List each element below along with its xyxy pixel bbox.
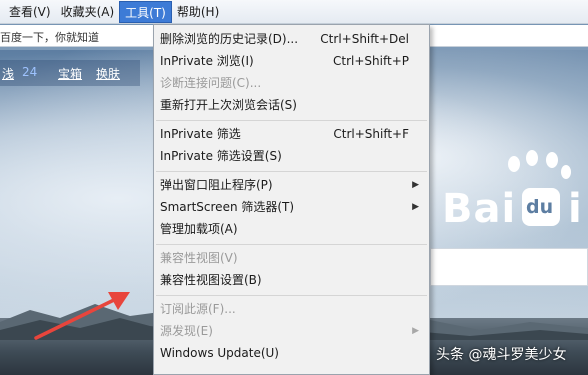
- menu-item-delete-history[interactable]: 删除浏览的历史记录(D)... Ctrl+Shift+Del: [154, 28, 429, 50]
- menu-item-label: Windows Update(U): [160, 346, 279, 360]
- menu-item-popup-blocker[interactable]: 弹出窗口阻止程序(P) ▶: [154, 174, 429, 196]
- logo-text-du: du: [526, 196, 554, 218]
- search-input[interactable]: [430, 248, 588, 286]
- menu-item-subscribe-feed: 订阅此源(F)...: [154, 298, 429, 320]
- menu-item-label: 弹出窗口阻止程序(P): [160, 178, 273, 192]
- menu-item-shortcut: Ctrl+Shift+P: [333, 54, 409, 68]
- menu-item-label: 诊断连接问题(C)...: [160, 76, 262, 90]
- menu-item-inprivate-browsing[interactable]: InPrivate 浏览(I) Ctrl+Shift+P: [154, 50, 429, 72]
- logo-text-bai: Bai: [442, 186, 517, 232]
- menu-item-label: 重新打开上次浏览会话(S): [160, 98, 297, 112]
- menu-item-label: 源发现(E): [160, 324, 213, 338]
- menu-item-compat-view-settings[interactable]: 兼容性视图设置(B): [154, 269, 429, 291]
- menu-bar: 查看(V) 收藏夹(A) 工具(T) 帮助(H): [0, 0, 588, 24]
- menu-item-feed-discovery: 源发现(E) ▶: [154, 320, 429, 342]
- logo-text-i: i: [568, 186, 583, 232]
- menu-item-smartscreen[interactable]: SmartScreen 筛选器(T) ▶: [154, 196, 429, 218]
- menu-item-label: 兼容性视图设置(B): [160, 273, 262, 287]
- submenu-arrow-icon: ▶: [412, 180, 419, 190]
- menu-separator: [156, 295, 427, 296]
- menu-item-label: InPrivate 浏览(I): [160, 54, 254, 68]
- menu-item-shortcut: Ctrl+Shift+Del: [320, 32, 409, 46]
- menu-help[interactable]: 帮助(H): [172, 1, 224, 23]
- menu-item-label: 管理加载项(A): [160, 222, 238, 236]
- menu-item-label: 删除浏览的历史记录(D)...: [160, 32, 299, 46]
- menu-item-label: InPrivate 筛选设置(S): [160, 149, 282, 163]
- top-links-row: 浅 24 宝箱 换肤: [0, 60, 140, 86]
- menu-item-diagnose-connection: 诊断连接问题(C)...: [154, 72, 429, 94]
- menu-favorites[interactable]: 收藏夹(A): [56, 1, 120, 23]
- partial-link[interactable]: 浅: [2, 65, 14, 82]
- submenu-arrow-icon: ▶: [412, 202, 419, 212]
- menu-separator: [156, 244, 427, 245]
- menu-item-label: InPrivate 筛选: [160, 127, 241, 141]
- menu-view[interactable]: 查看(V): [4, 1, 56, 23]
- tools-dropdown-menu: 删除浏览的历史记录(D)... Ctrl+Shift+Del InPrivate…: [153, 24, 430, 375]
- paw-icon: [508, 150, 571, 179]
- menu-item-label: 订阅此源(F)...: [160, 302, 236, 316]
- menu-item-reopen-session[interactable]: 重新打开上次浏览会话(S): [154, 94, 429, 116]
- logo-du-box: du: [522, 188, 560, 226]
- menu-item-label: SmartScreen 筛选器(T): [160, 200, 295, 214]
- menu-item-manage-addons[interactable]: 管理加载项(A): [154, 218, 429, 240]
- menu-item-inprivate-filter[interactable]: InPrivate 筛选 Ctrl+Shift+F: [154, 123, 429, 145]
- menu-item-shortcut: Ctrl+Shift+F: [333, 127, 409, 141]
- menu-item-inprivate-filter-settings[interactable]: InPrivate 筛选设置(S): [154, 145, 429, 167]
- message-count: 24: [22, 65, 38, 79]
- page-title-text: 百度一下，你就知道: [0, 31, 99, 44]
- menu-tools[interactable]: 工具(T): [119, 0, 172, 23]
- submenu-arrow-icon: ▶: [412, 326, 419, 336]
- treasure-link[interactable]: 宝箱: [58, 65, 82, 82]
- menu-separator: [156, 120, 427, 121]
- menu-item-windows-update[interactable]: Windows Update(U): [154, 342, 429, 364]
- menu-item-compat-view: 兼容性视图(V): [154, 247, 429, 269]
- watermark-text: 头条 @魂斗罗美少女: [436, 347, 567, 363]
- menu-item-label: 兼容性视图(V): [160, 251, 238, 265]
- menu-separator: [156, 171, 427, 172]
- change-skin-link[interactable]: 换肤: [96, 65, 120, 82]
- red-arrow-icon: [34, 292, 130, 340]
- baidu-logo: Bai du i: [442, 150, 588, 232]
